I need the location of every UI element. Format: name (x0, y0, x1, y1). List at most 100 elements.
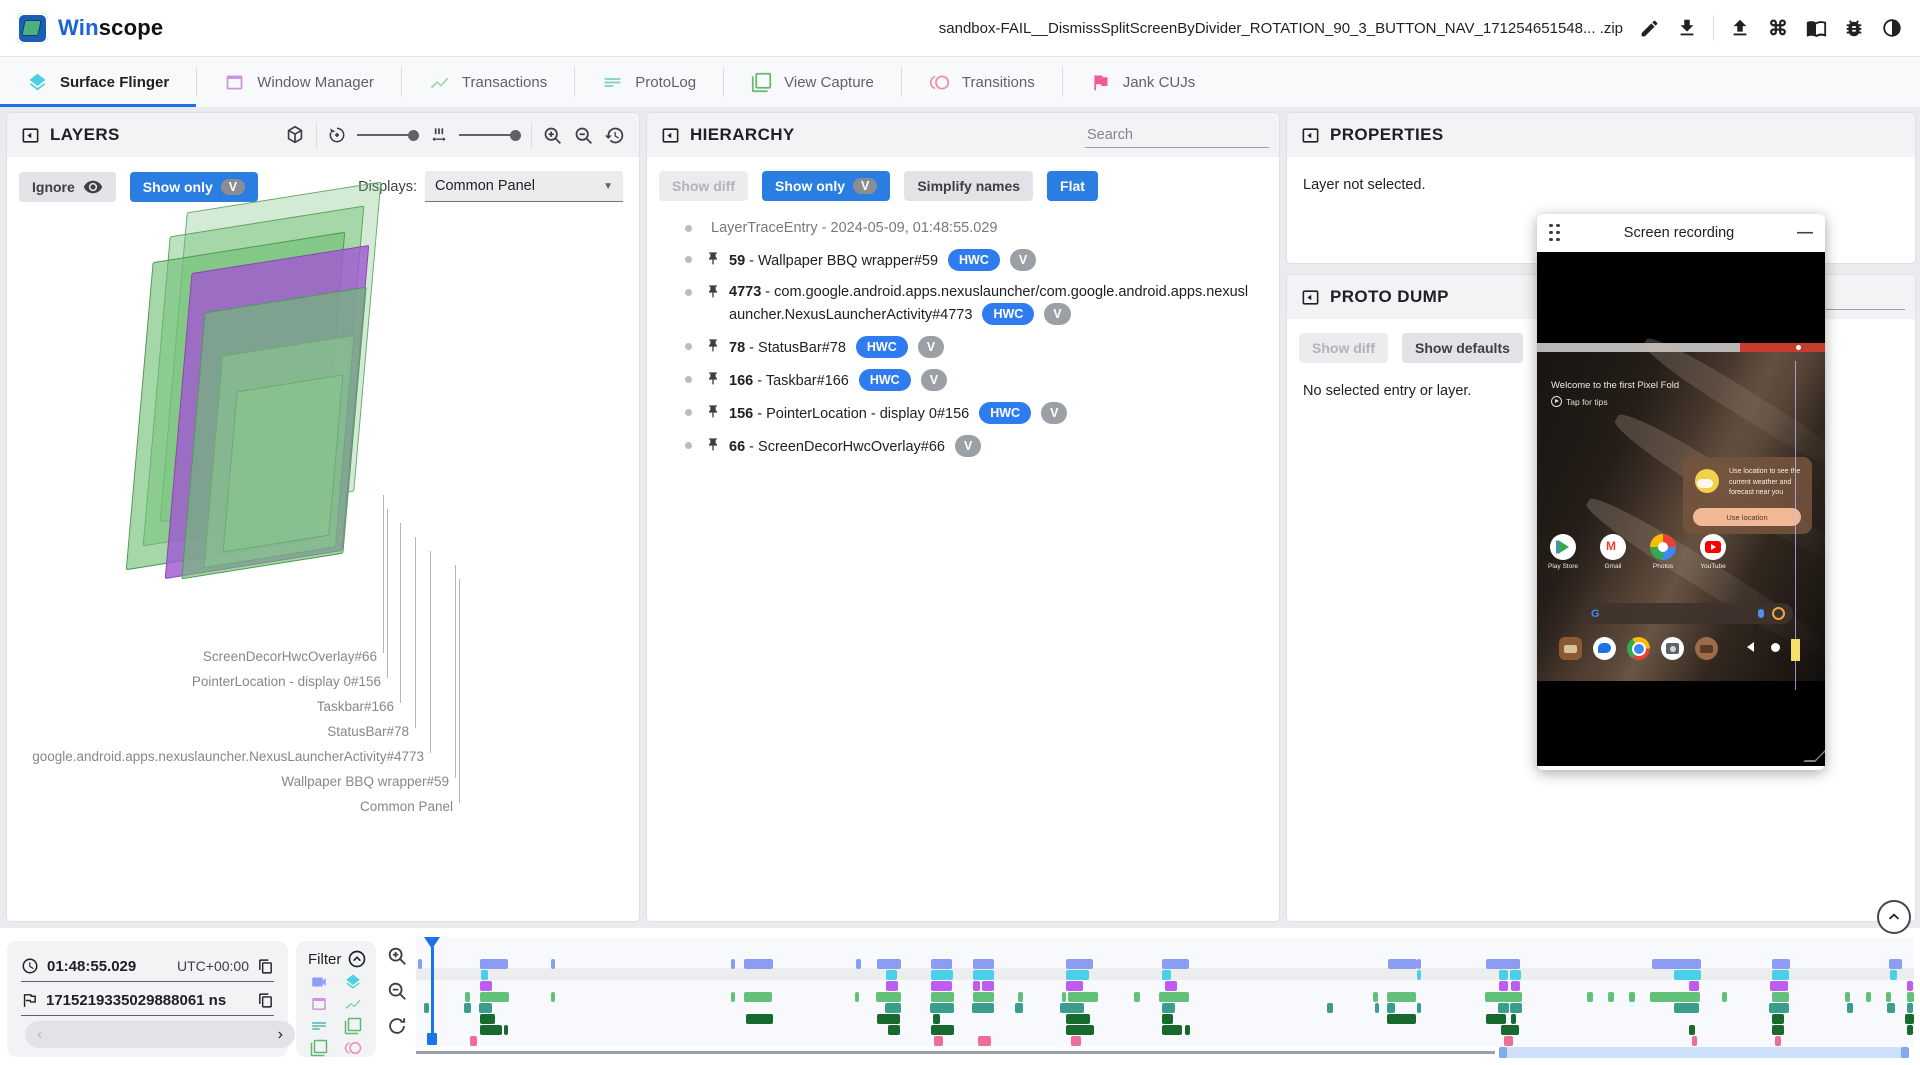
timeline-block[interactable] (551, 992, 555, 1002)
timeline-block[interactable] (1162, 1003, 1175, 1013)
drag-handle-icon[interactable] (1549, 224, 1561, 243)
screen-recording-titlebar[interactable]: Screen recording — (1537, 214, 1825, 252)
timeline-block[interactable] (1775, 1036, 1782, 1046)
timeline-block[interactable] (973, 970, 994, 980)
timeline-block[interactable] (1162, 959, 1189, 969)
collapse-timeline-button[interactable] (1877, 900, 1911, 934)
timeline-block[interactable] (973, 992, 994, 1002)
hierarchy-search-input[interactable] (1085, 123, 1269, 148)
timeline-block[interactable] (1907, 1025, 1913, 1035)
collapse-panel-icon[interactable] (21, 126, 40, 145)
hierarchy-node[interactable]: 166 - Taskbar#166HWCV (647, 364, 1263, 397)
timeline-block[interactable] (731, 959, 735, 969)
collapse-panel-icon[interactable] (1301, 126, 1320, 145)
timeline-block[interactable] (1066, 959, 1093, 969)
screen-recording-filter-icon[interactable] (306, 973, 332, 991)
timeline-block[interactable] (1018, 992, 1022, 1002)
show-defaults-button[interactable]: Show defaults (1402, 333, 1523, 363)
timeline-block[interactable] (1689, 981, 1699, 991)
shortcuts-icon[interactable]: ⌘ (1766, 16, 1790, 40)
timeline-block[interactable] (1847, 1003, 1853, 1013)
timeline-block[interactable] (1417, 959, 1421, 969)
hierarchy-node[interactable]: 4773 - com.google.android.apps.nexuslaun… (647, 277, 1263, 331)
timeline-block[interactable] (886, 970, 896, 980)
pin-icon[interactable] (705, 338, 721, 354)
timeline-block[interactable] (1373, 992, 1377, 1002)
copy-icon[interactable] (257, 992, 274, 1009)
timeline-block[interactable] (1772, 970, 1789, 980)
collapse-panel-icon[interactable] (1301, 288, 1320, 307)
timeline-block[interactable] (504, 1025, 508, 1035)
timeline-block[interactable] (1886, 992, 1890, 1002)
timeline-block[interactable] (1060, 1003, 1084, 1013)
timeline-zoom-out-icon[interactable] (386, 980, 408, 1002)
displays-select[interactable]: Common Panel▼ (425, 171, 623, 202)
timeline-block[interactable] (877, 1014, 899, 1024)
timeline-block[interactable] (479, 1003, 492, 1013)
previous-entry-button[interactable]: ‹ (37, 1026, 42, 1044)
timeline-block[interactable] (1692, 1036, 1696, 1046)
use-location-button[interactable]: Use location (1693, 508, 1801, 526)
timeline-block[interactable] (1375, 1003, 1379, 1013)
ns-timestamp[interactable]: 1715219335029888061 ns (46, 992, 226, 1009)
timeline-block[interactable] (1071, 1036, 1081, 1046)
hierarchy-node[interactable]: 66 - ScreenDecorHwcOverlay#66V (647, 430, 1263, 463)
show-diff-button[interactable]: Show diff (659, 171, 748, 201)
timeline-block[interactable] (1387, 1003, 1395, 1013)
timeline-block[interactable] (933, 1014, 940, 1024)
hierarchy-node[interactable]: 59 - Wallpaper BBQ wrapper#59HWCV (647, 244, 1263, 277)
timeline-block[interactable] (1165, 981, 1177, 991)
timeline-block[interactable] (1134, 992, 1140, 1002)
timeline-block[interactable] (931, 981, 952, 991)
timeline-block[interactable] (1890, 970, 1897, 980)
timeline-block[interactable] (1652, 959, 1701, 969)
timeline-block[interactable] (1510, 970, 1521, 980)
timeline-block[interactable] (418, 959, 422, 969)
timeline-block[interactable] (931, 959, 952, 969)
timeline-block[interactable] (1066, 1014, 1090, 1024)
timeline-block[interactable] (1907, 981, 1914, 991)
timeline-block[interactable] (973, 981, 980, 991)
hierarchy-node[interactable]: 156 - PointerLocation - display 0#156HWC… (647, 397, 1263, 430)
range-handle-right[interactable] (1901, 1047, 1909, 1058)
timeline-block[interactable] (978, 1036, 991, 1046)
view-capture2-filter-icon[interactable] (306, 1039, 332, 1057)
surface-flinger-filter-icon[interactable] (340, 973, 366, 991)
timeline-block[interactable] (1066, 981, 1082, 991)
timeline-block[interactable] (1417, 970, 1421, 980)
tab-jank-cujs[interactable]: Jank CUJs (1063, 57, 1223, 107)
show-only-button[interactable]: Show onlyV (130, 172, 258, 202)
timeline-block[interactable] (1650, 992, 1699, 1002)
timeline-block[interactable] (424, 1003, 428, 1013)
copy-icon[interactable] (257, 958, 274, 975)
timeline-block[interactable] (855, 992, 859, 1002)
timeline-block[interactable] (465, 992, 469, 1002)
timeline-block[interactable] (1770, 981, 1788, 991)
pin-icon[interactable] (705, 404, 721, 420)
timeline-block[interactable] (1769, 1003, 1788, 1013)
range-bar[interactable] (1499, 1047, 1909, 1058)
timeline-block[interactable] (1772, 1025, 1784, 1035)
timeline-block[interactable] (1907, 992, 1914, 1002)
timeline-block[interactable] (1327, 1003, 1333, 1013)
timeline-block[interactable] (464, 1003, 471, 1013)
timeline-block[interactable] (1905, 1014, 1914, 1024)
edit-icon[interactable] (1637, 16, 1661, 40)
timeline-block[interactable] (1866, 992, 1870, 1002)
timeline-block[interactable] (1510, 1003, 1522, 1013)
pin-icon[interactable] (705, 251, 721, 267)
hierarchy-root-node[interactable]: LayerTraceEntry - 2024-05-09, 01:48:55.0… (647, 213, 1263, 244)
timeline-block[interactable] (1388, 959, 1416, 969)
spacing-icon[interactable] (429, 125, 449, 145)
timeline-block[interactable] (1845, 992, 1849, 1002)
timeline-block[interactable] (1772, 959, 1791, 969)
timeline-block[interactable] (1511, 1014, 1516, 1024)
hierarchy-node[interactable]: 78 - StatusBar#78HWCV (647, 331, 1263, 364)
tab-window-manager[interactable]: Window Manager (197, 57, 401, 107)
timeline-block[interactable] (1417, 1003, 1421, 1013)
timeline-block[interactable] (1486, 1014, 1506, 1024)
timeline-block[interactable] (1486, 959, 1520, 969)
timeline-block[interactable] (746, 1014, 773, 1024)
timeline-block[interactable] (1772, 992, 1789, 1002)
timeline-block[interactable] (1499, 981, 1508, 991)
